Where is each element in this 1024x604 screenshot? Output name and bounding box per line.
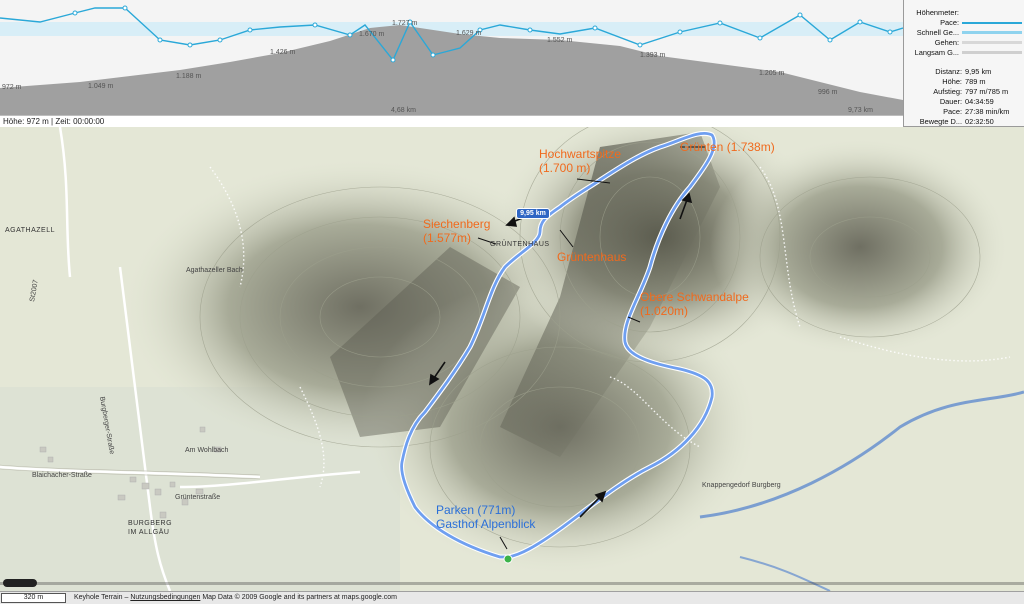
stat-key: Dauer: [939,97,962,106]
place-burgberg: BURGBERG [128,520,172,527]
elev-label: 996 m [818,89,838,96]
horizontal-scrollbar[interactable] [0,577,1024,590]
stat-value: 04:34:59 [965,97,994,106]
map-viewer: 972 m 1.049 m 1.188 m 1.426 m 1.670 m 1.… [0,0,1024,604]
stat-value: 02:32:50 [965,117,994,126]
legend-elevation[interactable]: Höhenmeter: [904,8,1024,17]
attribution-prefix: Keyhole Terrain – [74,594,129,601]
elev-label: 1.552 m [547,37,572,44]
legend-fast[interactable]: Schnell Ge... [904,28,1024,37]
label-parken: Parken (771m) Gasthof Alpenblick [436,503,535,531]
stat-key: Aufstieg: [933,87,962,96]
stat-key: Distanz: [935,67,962,76]
map-footer: 320 m Keyhole Terrain – Nutzungsbedingun… [0,591,1024,604]
elev-label: 1.393 m [640,52,665,59]
elev-label: 1.426 m [270,49,295,56]
position-readout: Höhe: 972 m | Zeit: 00:00:00 [0,115,903,127]
label-gruenten: Grünten (1.738m) [680,140,775,154]
place-agathazell: AGATHAZELL [5,227,55,234]
annot-line: (1.700 m) [539,161,591,175]
stat-key: Pace: [943,107,962,116]
elevation-profile[interactable]: 972 m 1.049 m 1.188 m 1.426 m 1.670 m 1.… [0,0,903,127]
stat-duration: Dauer: 04:34:59 [904,97,1024,106]
scale-bar: 320 m [1,593,66,603]
annot-line: Hochwartspitze [539,147,622,161]
scroll-thumb[interactable] [3,579,37,587]
elev-label: 1.670 m [359,31,384,38]
distance-label: 9,73 km [848,107,873,114]
annot-line: Gasthof Alpenblick [436,517,536,531]
label-hochwartspitze: Hochwartspitze (1.700 m) [539,147,621,175]
slow-swatch [962,51,1022,54]
elev-label: 1.727 m [392,20,417,27]
legend-slow[interactable]: Langsam G... [904,48,1024,57]
legend-pace[interactable]: Pace: [904,18,1024,27]
road-am-wohlbach: Am Wohlbach [185,447,229,454]
stat-height: Höhe: 789 m [904,77,1024,86]
legend-walk[interactable]: Gehen: [904,38,1024,47]
place-gruentenhaus: GRÜNTENHAUS [490,240,550,248]
stat-key: Höhe: [942,77,962,86]
legend-label: Langsam G... [914,48,959,57]
stat-ascent: Aufstieg: 797 m/785 m [904,87,1024,96]
annot-line: (1.577m) [423,231,472,245]
stat-distance: Distanz: 9,95 km [904,67,1024,76]
stat-value: 9,95 km [965,67,992,76]
road-agathazeller-bach: Agathazeller Bach [186,267,243,274]
terms-link[interactable]: Nutzungsbedingungen [130,594,200,601]
label-obere-schwandalpe: Obere Schwandalpe (1.020m) [640,290,749,318]
elevation-chart[interactable]: 972 m 1.049 m 1.188 m 1.426 m 1.670 m 1.… [0,0,903,115]
annot-line: (1.020m) [640,304,689,318]
distance-label: 4,68 km [391,107,416,114]
elev-label: 972 m [2,84,22,91]
mountain-east [710,137,1010,357]
stat-value: 789 m [965,77,986,86]
attribution: Keyhole Terrain – Nutzungsbedingungen Ma… [74,594,397,601]
label-siechenberg: Siechenberg (1.577m) [423,217,490,245]
walk-swatch [962,41,1022,44]
elev-label: 1.049 m [88,83,113,90]
legend-label: Pace: [940,18,959,27]
road-knappengedorf: Knappengedorf Burgberg [702,482,781,489]
elev-label: 1.629 m [456,30,481,37]
place-im-allgaeu: IM ALLGÄU [128,528,169,536]
attribution-suffix: Map Data © 2009 Google and its partners … [202,594,397,601]
elev-label: 1.188 m [176,73,201,80]
stat-key: Bewegte D... [919,117,962,126]
scroll-track[interactable] [0,582,1024,585]
stats-panel: Höhenmeter: Pace: Schnell Ge... Gehen: L… [903,0,1024,127]
legend-label: Höhenmeter: [916,8,959,17]
elev-label: 1.205 m [759,70,784,77]
road-blaichacher: Blaichacher-Straße [32,472,92,479]
road-gruentenstrasse: Grüntenstraße [175,494,220,501]
stat-value: 797 m/785 m [965,87,1009,96]
annot-line: Parken (771m) [436,503,516,517]
terrain-map[interactable]: AGATHAZELL BURGBERG IM ALLGÄU GRÜNTENHAU… [0,127,1024,591]
annot-line: Obere Schwandalpe [640,290,749,304]
annot-line: Siechenberg [423,217,491,231]
fast-swatch [962,31,1022,34]
stat-moving-duration: Bewegte D... 02:32:50 [904,117,1024,126]
pace-swatch [962,22,1022,24]
distance-badge[interactable]: 9,95 km [516,208,550,219]
stat-pace: Pace: 27:38 min/km [904,107,1024,116]
label-gruentenhaus: Grüntenhaus [557,250,627,264]
start-marker[interactable] [503,554,513,564]
legend-label: Schnell Ge... [916,28,959,37]
stat-value: 27:38 min/km [965,107,1010,116]
legend-label: Gehen: [934,38,959,47]
